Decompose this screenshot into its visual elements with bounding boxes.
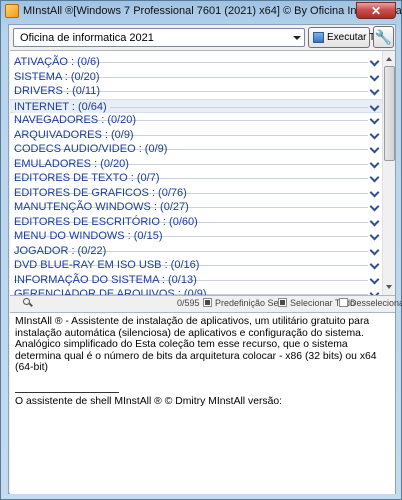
category-row[interactable]: MANUTENÇÃO WINDOWS : (0/27) (10, 200, 382, 214)
category-row[interactable]: DRIVERS : (0/11) (10, 84, 382, 98)
scroll-down-icon[interactable] (384, 281, 395, 294)
category-row[interactable]: EDITORES DE ESCRITÓRIO : (0/60) (10, 215, 382, 229)
category-row[interactable]: ATIVAÇÃO : (0/6) (10, 55, 382, 69)
window-title: MInstAll ®[Windows 7 Professional 7601 (… (23, 5, 402, 17)
deselect-label: Desselecionar (350, 298, 402, 308)
status-bar: 0/595 Predefinição Sel Selecionar Tudo D… (9, 297, 402, 311)
vertical-scrollbar[interactable] (382, 51, 395, 295)
settings-button[interactable]: 🔧 (373, 26, 394, 48)
expand-chevron-icon[interactable] (371, 188, 379, 196)
category-label: NAVEGADORES : (0/20) (14, 114, 137, 126)
app-icon (5, 4, 19, 18)
description-text: MInstAll ® - Assistente de instalação de… (15, 316, 377, 374)
expand-chevron-icon[interactable] (371, 289, 379, 295)
category-row[interactable]: JOGADOR : (0/22) (10, 244, 382, 258)
close-button[interactable]: ✕ (356, 2, 396, 19)
expand-chevron-icon[interactable] (371, 275, 379, 283)
app-window: MInstAll ®[Windows 7 Professional 7601 (… (0, 0, 402, 500)
expand-chevron-icon[interactable] (371, 86, 379, 94)
category-label: CODECS AUDIO/VIDEO : (0/9) (14, 143, 168, 155)
shell-info-text: O assistente de shell MInstAll ® © Dmitr… (15, 396, 283, 407)
category-row[interactable]: SISTEMA : (0/20) (10, 70, 382, 84)
category-row[interactable]: EDITORES DE GRAFICOS : (0/76) (10, 186, 382, 200)
expand-chevron-icon[interactable] (371, 115, 379, 123)
client-area: Oficina de informatica 2021 Executar Tud… (8, 24, 402, 494)
category-label: INTERNET : (0/64) (14, 100, 110, 113)
category-label: EDITORES DE GRAFICOS : (0/76) (14, 186, 187, 199)
scroll-up-icon[interactable] (384, 52, 395, 65)
expand-chevron-icon[interactable] (371, 202, 379, 210)
category-label: ATIVAÇÃO : (0/6) (14, 56, 100, 68)
category-label: EDITORES DE ESCRITÓRIO : (0/60) (14, 215, 198, 228)
select-all-checkbox[interactable] (278, 298, 287, 307)
category-label: SISTEMA : (0/20) (14, 70, 100, 83)
category-label: EMULADORES : (0/20) (14, 157, 129, 170)
category-label: JOGADOR : (0/22) (14, 244, 107, 257)
scrollbar-thumb[interactable] (384, 66, 395, 161)
category-row[interactable]: CODECS AUDIO/VIDEO : (0/9) (10, 142, 382, 156)
category-label: EDITORES DE TEXTO : (0/7) (14, 172, 160, 184)
profile-dropdown-value: Oficina de informatica 2021 (20, 32, 154, 44)
predef-label: Predefinição Sel (215, 298, 281, 308)
run-icon (313, 32, 324, 43)
category-label: ARQUIVADORES : (0/9) (14, 128, 134, 141)
profile-dropdown[interactable]: Oficina de informatica 2021 (13, 28, 305, 47)
expand-chevron-icon[interactable] (371, 159, 379, 167)
expand-chevron-icon[interactable] (371, 246, 379, 254)
category-label: INFORMAÇÃO DO SISTEMA : (0/13) (14, 273, 197, 286)
description-separator (15, 392, 119, 393)
category-row[interactable]: GERENCIADOR DE ARQUIVOS : (0/9) (10, 287, 382, 296)
expand-chevron-icon[interactable] (371, 130, 379, 138)
expand-chevron-icon[interactable] (371, 173, 379, 181)
expand-chevron-icon[interactable] (371, 217, 379, 225)
expand-chevron-icon[interactable] (371, 260, 379, 268)
predef-checkbox[interactable] (203, 298, 212, 307)
description-panel: MInstAll ® - Assistente de instalação de… (10, 312, 395, 494)
search-icon[interactable] (23, 298, 32, 307)
category-label: DVD BLUE-RAY EM ISO USB : (0/16) (14, 259, 200, 271)
category-row[interactable]: ARQUIVADORES : (0/9) (10, 128, 382, 142)
category-label: GERENCIADOR DE ARQUIVOS : (0/9) (14, 288, 207, 296)
category-label: MANUTENÇÃO WINDOWS : (0/27) (14, 201, 189, 213)
title-bar[interactable]: MInstAll ®[Windows 7 Professional 7601 (… (1, 1, 402, 21)
expand-chevron-icon[interactable] (371, 144, 379, 152)
toolbar: Oficina de informatica 2021 Executar Tud… (9, 25, 395, 50)
category-row[interactable]: DVD BLUE-RAY EM ISO USB : (0/16) (10, 258, 382, 272)
expand-chevron-icon[interactable] (371, 102, 379, 110)
selection-count: 0/595 (177, 298, 200, 308)
chevron-down-icon (293, 36, 301, 40)
category-row[interactable]: INTERNET : (0/64) (10, 98, 382, 113)
category-label: MENU DO WINDOWS : (0/15) (14, 230, 163, 242)
expand-chevron-icon[interactable] (371, 231, 379, 239)
category-list: ATIVAÇÃO : (0/6) SISTEMA : (0/20) DRIVERS … (10, 50, 395, 296)
category-row[interactable]: EDITORES DE TEXTO : (0/7) (10, 171, 382, 185)
expand-chevron-icon[interactable] (371, 72, 379, 80)
wrench-icon: 🔧 (374, 29, 393, 45)
category-row[interactable]: MENU DO WINDOWS : (0/15) (10, 229, 382, 243)
execute-all-button[interactable]: Executar Tudo (308, 27, 391, 48)
expand-chevron-icon[interactable] (371, 57, 379, 65)
category-row[interactable]: INFORMAÇÃO DO SISTEMA : (0/13) (10, 273, 382, 287)
category-row[interactable]: EMULADORES : (0/20) (10, 157, 382, 171)
category-row[interactable]: NAVEGADORES : (0/20) (10, 113, 382, 127)
deselect-checkbox[interactable] (339, 298, 348, 307)
category-label: DRIVERS : (0/11) (14, 85, 100, 97)
